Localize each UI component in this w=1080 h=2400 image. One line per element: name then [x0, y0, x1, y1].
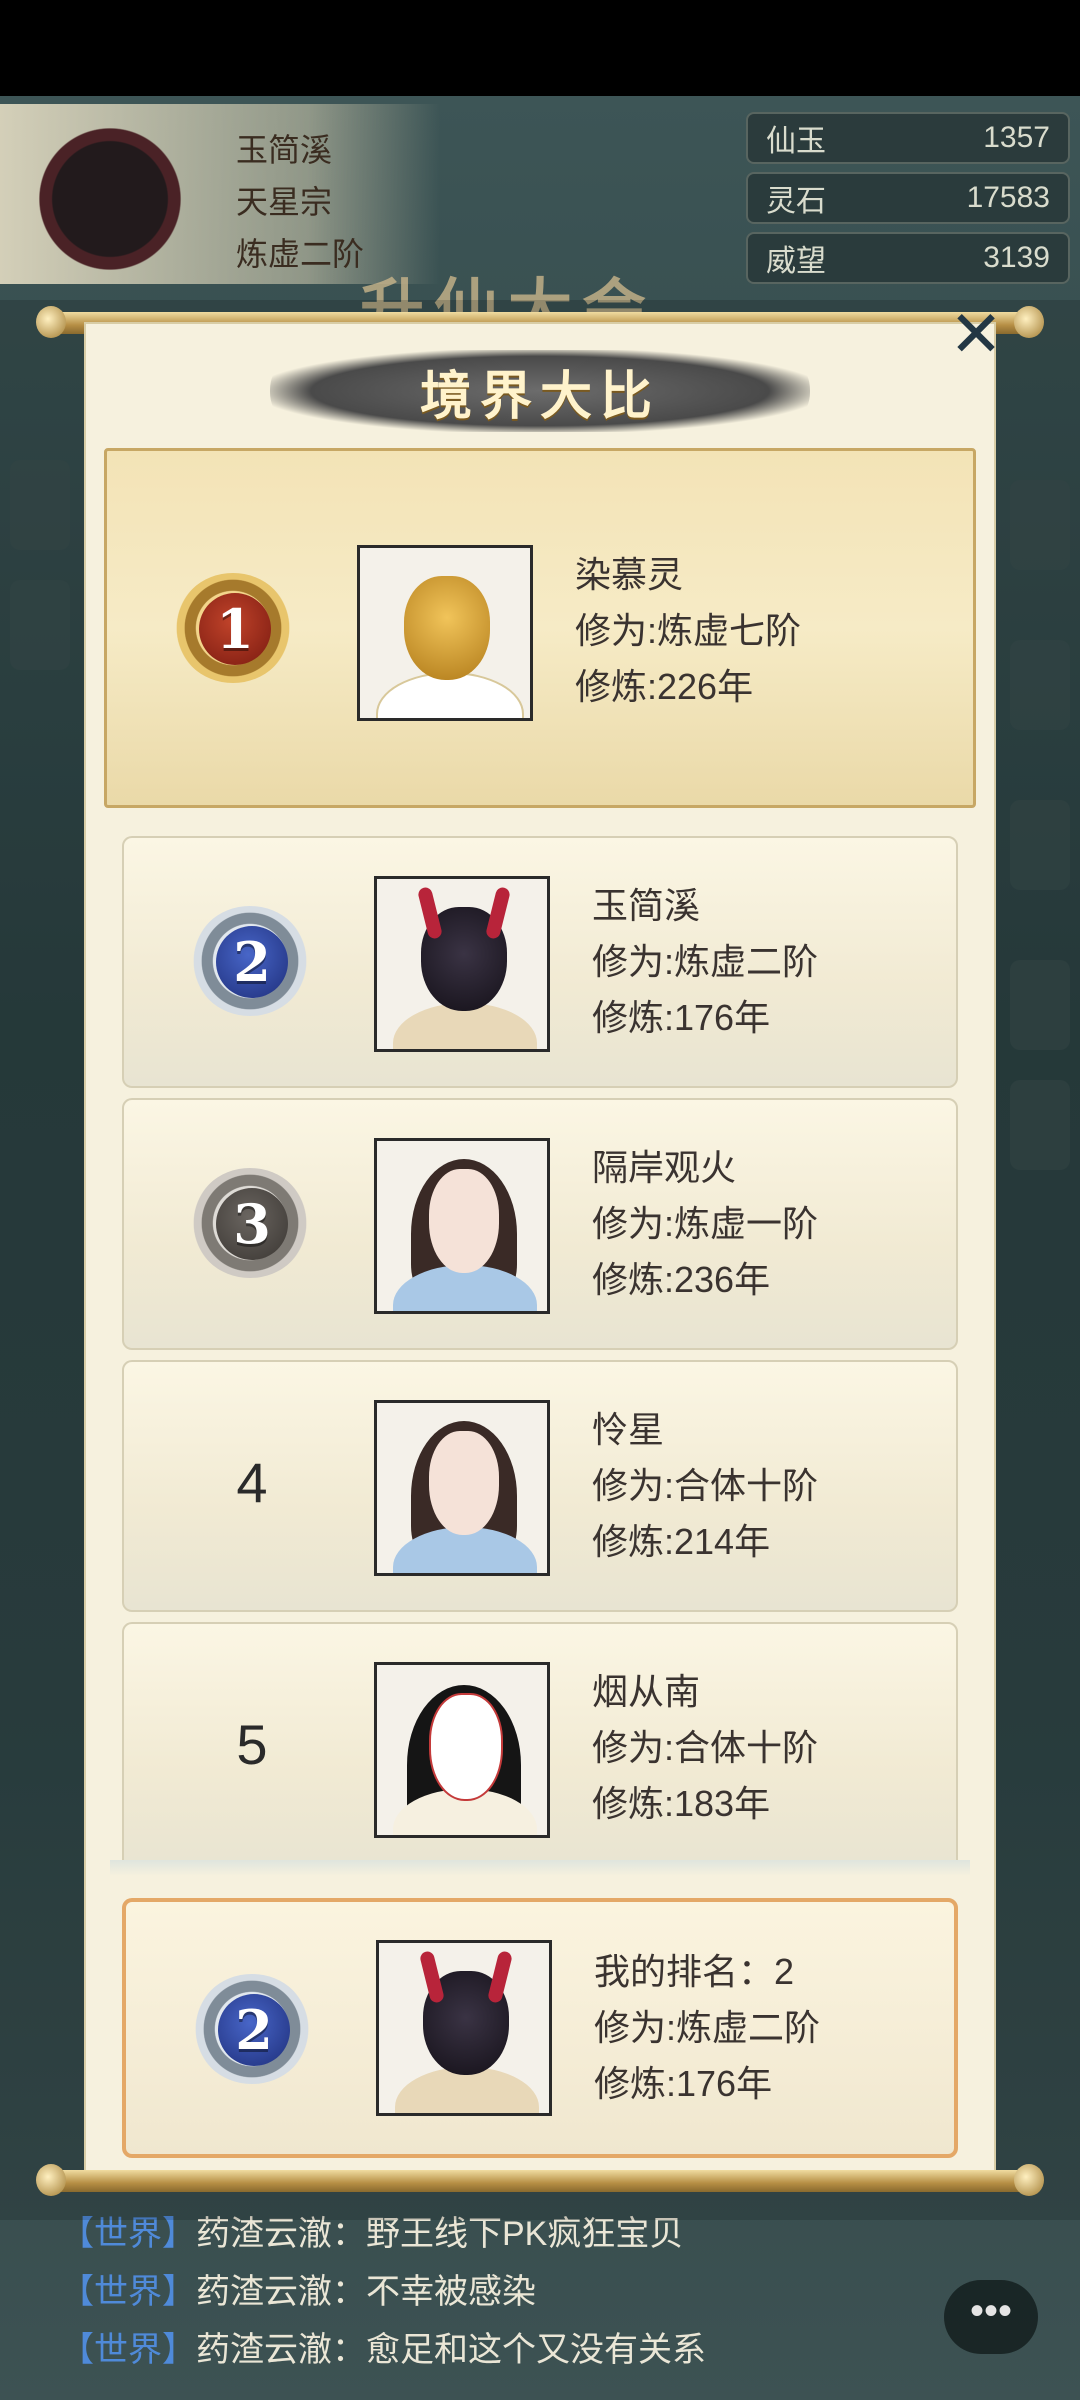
chat-text: 药渣云澈：愈足和这个又没有关系: [196, 2331, 706, 2369]
resource-label: 威望: [766, 245, 826, 278]
avatar[interactable]: [374, 1138, 550, 1314]
player-sect: 天星宗: [236, 184, 333, 220]
avatar[interactable]: [376, 1940, 552, 2116]
modal-title-banner: 境界大比: [270, 350, 810, 432]
player-years: 修炼:236年: [592, 1259, 771, 1300]
avatar[interactable]: [357, 545, 533, 721]
player-cultivation: 修为:炼虚二阶: [594, 2007, 821, 2048]
rank-number: 1: [199, 593, 271, 665]
player-info: 怜星 修为:合体十阶 修炼:214年: [592, 1402, 818, 1570]
chat-text: 药渣云澈：野王线下PK疯狂宝贝: [196, 2215, 684, 2253]
medal-bronze-icon: 3: [188, 1166, 316, 1284]
my-ranking-row[interactable]: 2 我的排名：2 修为:炼虚二阶 修炼:176年: [122, 1898, 958, 2158]
chat-channel-tag: 【世界】: [60, 2215, 196, 2253]
resource-xianyu[interactable]: 仙玉 1357: [746, 112, 1070, 164]
status-bar: [0, 0, 1080, 96]
player-cultivation: 修为:炼虚一阶: [592, 1203, 819, 1244]
avatar[interactable]: [374, 1400, 550, 1576]
rank-number: 4: [236, 1451, 268, 1514]
player-avatar[interactable]: [30, 100, 190, 280]
rank-number: 3: [216, 1188, 288, 1260]
chat-channel-tag: 【世界】: [60, 2273, 196, 2311]
avatar[interactable]: [374, 1662, 550, 1838]
close-icon[interactable]: ✕: [946, 302, 1006, 366]
player-info: 烟从南 修为:合体十阶 修炼:183年: [592, 1664, 818, 1832]
resource-label: 灵石: [766, 185, 826, 218]
resource-value: 3139: [983, 241, 1050, 274]
player-name: 烟从南: [592, 1671, 701, 1712]
player-cultivation: 修为:炼虚七阶: [575, 610, 802, 651]
player-name: 怜星: [592, 1409, 665, 1450]
player-info: 隔岸观火 修为:炼虚一阶 修炼:236年: [592, 1140, 818, 1308]
player-info: 玉简溪 修为:炼虚二阶 修炼:176年: [592, 878, 818, 1046]
player-years: 修炼:176年: [594, 2063, 773, 2104]
medal-silver-icon: 2: [188, 904, 316, 1022]
player-info: 玉简溪 天星宗 炼虚二阶: [236, 124, 364, 280]
list-divider: [110, 1860, 970, 1876]
resource-value: 17583: [966, 181, 1050, 214]
resource-weiwang[interactable]: 威望 3139: [746, 232, 1070, 284]
player-info: 我的排名：2 修为:炼虚二阶 修炼:176年: [594, 1944, 820, 2112]
ranking-row[interactable]: 5 烟从南 修为:合体十阶 修炼:183年: [122, 1622, 958, 1868]
medal-silver-icon: 2: [190, 1972, 318, 2090]
player-years: 修炼:176年: [592, 997, 771, 1038]
scroll-rod-bottom: [36, 2164, 1044, 2196]
ranking-row[interactable]: 3 隔岸观火 修为:炼虚一阶 修炼:236年: [122, 1098, 958, 1350]
avatar[interactable]: [374, 876, 550, 1052]
player-name: 隔岸观火: [592, 1147, 737, 1188]
resource-value: 1357: [983, 121, 1050, 154]
resource-lingshi[interactable]: 灵石 17583: [746, 172, 1070, 224]
player-info: 染慕灵 修为:炼虚七阶 修炼:226年: [575, 547, 801, 715]
chat-message[interactable]: 【世界】药渣云澈：愈足和这个又没有关系: [60, 2322, 706, 2371]
rank-number: 2: [216, 926, 288, 998]
chat-channel-tag: 【世界】: [60, 2331, 196, 2369]
player-cultivation: 修为:合体十阶: [592, 1727, 819, 1768]
rank-number: 2: [218, 1994, 290, 2066]
player-name: 玉简溪: [236, 132, 333, 168]
player-years: 修炼:183年: [592, 1783, 771, 1824]
ranking-list[interactable]: 1 染慕灵 修为:炼虚七阶 修炼:226年 2 玉简溪 修为:炼虚二阶 修炼:1…: [104, 448, 976, 1868]
ranking-row[interactable]: 1 染慕灵 修为:炼虚七阶 修炼:226年: [104, 448, 976, 808]
chat-icon[interactable]: •••: [944, 2280, 1038, 2354]
medal-gold-icon: 1: [171, 571, 299, 689]
my-rank-label: 我的排名：2: [594, 1951, 795, 1992]
rank-number: 5: [236, 1713, 268, 1776]
player-years: 修炼:214年: [592, 1521, 771, 1562]
player-realm: 炼虚二阶: [236, 236, 365, 272]
ranking-row[interactable]: 4 怜星 修为:合体十阶 修炼:214年: [122, 1360, 958, 1612]
player-cultivation: 修为:炼虚二阶: [592, 941, 819, 982]
modal-title: 境界大比: [419, 365, 660, 427]
ranking-row[interactable]: 2 玉简溪 修为:炼虚二阶 修炼:176年: [122, 836, 958, 1088]
resource-label: 仙玉: [766, 125, 826, 158]
player-name: 染慕灵: [575, 554, 684, 595]
chat-text: 药渣云澈：不幸被感染: [196, 2273, 536, 2311]
player-cultivation: 修为:合体十阶: [592, 1465, 819, 1506]
chat-message[interactable]: 【世界】药渣云澈：不幸被感染: [60, 2264, 536, 2313]
player-name: 玉简溪: [592, 885, 701, 926]
player-years: 修炼:226年: [575, 666, 754, 707]
